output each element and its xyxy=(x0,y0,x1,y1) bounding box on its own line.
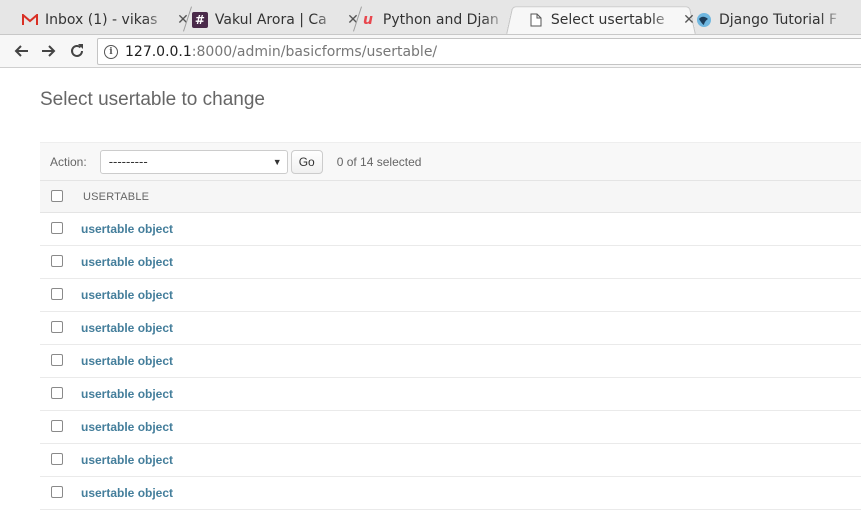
url-text: 127.0.0.1:8000/admin/basicforms/usertabl… xyxy=(125,43,438,60)
table-row: usertable object xyxy=(40,411,861,444)
actions-bar: Action: --------- ▼ Go 0 of 14 selected xyxy=(40,142,861,180)
browser-tab-strip: Inbox (1) - vikas ✕ # Vakul Arora | Ca ✕… xyxy=(0,0,861,35)
results-table: USERTABLE usertable object usertable obj… xyxy=(40,180,861,510)
row-link[interactable]: usertable object xyxy=(81,387,173,401)
back-arrow-icon[interactable] xyxy=(10,40,32,62)
action-select[interactable]: --------- ▼ xyxy=(99,149,288,174)
table-row: usertable object xyxy=(40,213,861,246)
table-row: usertable object xyxy=(40,246,861,279)
row-checkbox[interactable] xyxy=(51,255,63,267)
row-checkbox[interactable] xyxy=(51,288,63,300)
tab-title: Django Tutorial F xyxy=(719,11,837,28)
row-link[interactable]: usertable object xyxy=(81,288,173,302)
browser-tab-python-django[interactable]: u Python and Djan ✕ xyxy=(338,4,528,34)
row-link[interactable]: usertable object xyxy=(81,453,173,467)
row-checkbox[interactable] xyxy=(51,420,63,432)
table-row: usertable object xyxy=(40,312,861,345)
row-checkbox[interactable] xyxy=(51,354,63,366)
row-link[interactable]: usertable object xyxy=(81,420,173,434)
browser-tab-gmail[interactable]: Inbox (1) - vikas ✕ xyxy=(0,4,190,34)
row-checkbox[interactable] xyxy=(51,486,63,498)
tab-title: Python and Djan xyxy=(382,11,499,28)
gmail-icon xyxy=(22,12,38,28)
column-header-usertable[interactable]: USERTABLE xyxy=(83,191,149,203)
row-checkbox[interactable] xyxy=(51,387,63,399)
table-header: USERTABLE xyxy=(40,180,861,213)
go-button[interactable]: Go xyxy=(290,149,323,174)
selection-counter: 0 of 14 selected xyxy=(336,154,422,169)
info-icon[interactable]: i xyxy=(104,44,118,59)
reload-icon[interactable] xyxy=(66,40,88,62)
address-bar[interactable]: i 127.0.0.1:8000/admin/basicforms/userta… xyxy=(97,38,861,65)
table-row: usertable object xyxy=(40,345,861,378)
tab-title: Select usertable xyxy=(550,11,665,28)
row-link[interactable]: usertable object xyxy=(81,486,173,500)
page-title: Select usertable to change xyxy=(40,89,265,110)
u-logo-icon: u xyxy=(362,11,373,28)
browser-tab-django-tutorial[interactable]: Django Tutorial F xyxy=(674,4,861,34)
dropdown-caret-icon: ▼ xyxy=(272,156,282,167)
browser-tab-vakul[interactable]: # Vakul Arora | Ca ✕ xyxy=(170,4,360,34)
table-row: usertable object xyxy=(40,378,861,411)
globe-icon xyxy=(696,12,712,28)
hash-icon: # xyxy=(192,11,208,28)
tab-title: Vakul Arora | Ca xyxy=(214,11,327,28)
table-row: usertable object xyxy=(40,444,861,477)
row-checkbox[interactable] xyxy=(51,222,63,234)
browser-tab-select-usertable[interactable]: Select usertable ✕ xyxy=(506,4,696,34)
action-label: Action: xyxy=(50,154,87,169)
row-link[interactable]: usertable object xyxy=(81,255,173,269)
admin-content: Select usertable to change Action: -----… xyxy=(0,69,861,510)
table-row: usertable object xyxy=(40,279,861,312)
row-link[interactable]: usertable object xyxy=(81,321,173,335)
tab-title: Inbox (1) - vikas xyxy=(45,11,158,28)
select-all-checkbox[interactable] xyxy=(51,190,63,202)
row-link[interactable]: usertable object xyxy=(81,222,173,236)
browser-toolbar: i 127.0.0.1:8000/admin/basicforms/userta… xyxy=(0,35,861,68)
table-row: usertable object xyxy=(40,477,861,510)
row-link[interactable]: usertable object xyxy=(81,354,173,368)
page-icon xyxy=(528,12,544,28)
row-checkbox[interactable] xyxy=(51,321,63,333)
forward-arrow-icon[interactable] xyxy=(38,40,60,62)
row-checkbox[interactable] xyxy=(51,453,63,465)
